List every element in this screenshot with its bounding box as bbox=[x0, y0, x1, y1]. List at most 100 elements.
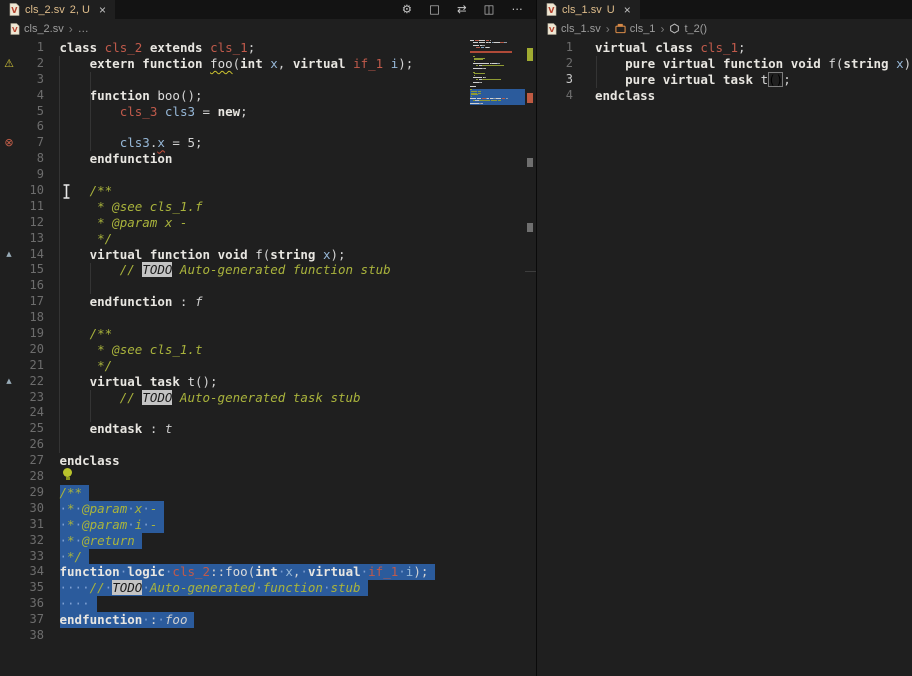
code-text: function·logic·cls_2::foo(int·x,·virtual… bbox=[60, 564, 436, 580]
code-text: endclass bbox=[60, 453, 120, 469]
settings-gear-icon[interactable]: ⚙ bbox=[402, 4, 412, 16]
overview-ruler[interactable] bbox=[525, 38, 536, 676]
code-line[interactable]: 4 function boo(); bbox=[0, 88, 536, 104]
breadcrumb-more[interactable]: … bbox=[78, 23, 89, 35]
line-number: 4 bbox=[545, 88, 573, 104]
stop-square-icon[interactable]: □ bbox=[429, 4, 440, 16]
tab-cls_2-sv[interactable]: V cls_2.sv 2, U × bbox=[0, 0, 115, 19]
split-editor-icon[interactable]: ◫ bbox=[484, 4, 495, 16]
code-line[interactable]: 8 endfunction bbox=[0, 151, 536, 167]
code-text: /** bbox=[60, 326, 113, 342]
code-editor-left[interactable]: 1class cls_2 extends cls_1;⚠2 extern fun… bbox=[0, 38, 536, 676]
indent-guide bbox=[90, 72, 91, 152]
code-text: * @see cls_1.f bbox=[60, 199, 203, 215]
minimap-line bbox=[476, 47, 480, 48]
code-line[interactable]: 12 * @param x - bbox=[0, 215, 536, 231]
minimap-line bbox=[494, 42, 499, 43]
line-number: 20 bbox=[18, 342, 44, 358]
minimap-line bbox=[484, 68, 486, 69]
line-number: 32 bbox=[18, 533, 44, 549]
close-icon[interactable]: × bbox=[624, 4, 631, 16]
line-number: 21 bbox=[18, 358, 44, 374]
code-line[interactable]: 28 bbox=[0, 469, 536, 485]
code-line[interactable]: 32 ·*·@return bbox=[0, 533, 536, 549]
code-text: endclass bbox=[595, 88, 655, 104]
code-text: // TODO Auto-generated task stub bbox=[60, 390, 361, 406]
close-icon[interactable]: × bbox=[99, 4, 106, 16]
code-line[interactable]: 3 bbox=[0, 72, 536, 88]
code-line[interactable]: 33·*/ bbox=[0, 549, 536, 565]
code-line[interactable]: 18 bbox=[0, 310, 536, 326]
tab-label: cls_2.sv bbox=[25, 4, 65, 16]
code-line[interactable]: 26 bbox=[0, 437, 536, 453]
override-arrow-icon: ▲ bbox=[0, 374, 18, 390]
minimap-line bbox=[479, 65, 482, 66]
code-line[interactable]: 1virtual class cls_1; bbox=[537, 40, 912, 56]
breadcrumb-file[interactable]: cls_2.sv bbox=[24, 23, 64, 35]
code-line[interactable]: 30·*·@param·x·- bbox=[0, 501, 536, 517]
line-number: 27 bbox=[18, 453, 44, 469]
line-number: 3 bbox=[545, 72, 573, 88]
code-text: */ bbox=[60, 231, 113, 247]
code-line[interactable]: 24 bbox=[0, 405, 536, 421]
lightbulb-icon[interactable] bbox=[63, 468, 72, 477]
code-line[interactable]: 17 endfunction : f bbox=[0, 294, 536, 310]
code-line[interactable]: 16 bbox=[0, 278, 536, 294]
code-line[interactable]: 19 /** bbox=[0, 326, 536, 342]
code-line[interactable]: 11 * @see cls_1.f bbox=[0, 199, 536, 215]
code-line[interactable]: 13 */ bbox=[0, 231, 536, 247]
line-number: 14 bbox=[18, 247, 44, 263]
code-line[interactable]: 9 bbox=[0, 167, 536, 183]
minimap-line bbox=[491, 100, 497, 101]
code-line[interactable]: 5 cls_3 cls3 = new; bbox=[0, 104, 536, 120]
code-line[interactable]: 38 bbox=[0, 628, 536, 644]
code-line[interactable]: ▲22 virtual task t(); bbox=[0, 374, 536, 390]
line-number: 18 bbox=[18, 310, 44, 326]
code-text: ·*·@param·i·- bbox=[60, 517, 165, 533]
code-editor-right[interactable]: 1virtual class cls_1;2 pure virtual func… bbox=[537, 38, 912, 676]
code-line[interactable]: 25 endtask : t bbox=[0, 421, 536, 437]
breadcrumb-class[interactable]: cls_1 bbox=[630, 23, 656, 35]
indent-guide bbox=[90, 390, 91, 422]
code-line[interactable]: ⊗7 cls3.x = 5; bbox=[0, 135, 536, 151]
code-line[interactable]: 10 /** bbox=[0, 183, 536, 199]
minimap-line bbox=[470, 103, 479, 104]
code-line[interactable]: 35 ····//·TODO·Auto-generated·function·st… bbox=[0, 580, 536, 596]
line-number: 11 bbox=[18, 199, 44, 215]
code-line[interactable]: 27 endclass bbox=[0, 453, 536, 469]
line-number: 35 bbox=[18, 580, 44, 596]
code-line[interactable]: 31·*·@param·i·- bbox=[0, 517, 536, 533]
code-text: ·*·@return bbox=[60, 533, 142, 549]
code-line[interactable]: ▲14 virtual function void f(string x); bbox=[0, 247, 536, 263]
sync-changes-icon[interactable]: ⇄ bbox=[457, 4, 467, 16]
code-line[interactable]: 34function·logic·cls_2::foo(int·x,·virtu… bbox=[0, 564, 536, 580]
code-text: ·*/ bbox=[60, 549, 90, 565]
code-line[interactable]: 1class cls_2 extends cls_1; bbox=[0, 40, 536, 56]
breadcrumb-symbol[interactable]: t_2() bbox=[684, 23, 707, 35]
breadcrumb-file[interactable]: cls_1.sv bbox=[561, 23, 601, 35]
code-line[interactable]: 2 pure virtual function void f(string x)… bbox=[537, 56, 912, 72]
code-line[interactable]: 21 */ bbox=[0, 358, 536, 374]
minimap-line bbox=[481, 47, 484, 48]
line-number: 1 bbox=[18, 40, 44, 56]
code-line[interactable]: 36···· bbox=[0, 596, 536, 612]
code-text: virtual function void f(string x); bbox=[60, 247, 346, 263]
code-line[interactable]: 29/** bbox=[0, 485, 536, 501]
code-text: ····//·TODO·Auto-generated·function·stub bbox=[60, 580, 368, 596]
code-line[interactable]: 20 * @see cls_1.t bbox=[0, 342, 536, 358]
code-line[interactable]: 23 // TODO Auto-generated task stub bbox=[0, 390, 536, 406]
minimap-line bbox=[473, 100, 475, 101]
code-line[interactable]: 37endfunction·:·foo bbox=[0, 612, 536, 628]
code-line[interactable]: 15 // TODO Auto-generated function stub bbox=[0, 262, 536, 278]
line-number: 3 bbox=[18, 72, 44, 88]
code-line[interactable]: ⚠2 extern function foo(int x, virtual if… bbox=[0, 56, 536, 72]
code-line[interactable]: 4 endclass bbox=[537, 88, 912, 104]
code-text: ·*·@param·x·- bbox=[60, 501, 165, 517]
more-actions-icon[interactable]: ⋯ bbox=[512, 4, 524, 16]
code-line[interactable]: 3 pure virtual task t(); bbox=[537, 72, 912, 88]
minimap[interactable] bbox=[470, 40, 525, 150]
indent-guide bbox=[59, 56, 60, 454]
tab-cls_1-sv[interactable]: V cls_1.sv U × bbox=[537, 0, 640, 19]
code-line[interactable]: 6 bbox=[0, 119, 536, 135]
minimap-line bbox=[482, 79, 501, 80]
